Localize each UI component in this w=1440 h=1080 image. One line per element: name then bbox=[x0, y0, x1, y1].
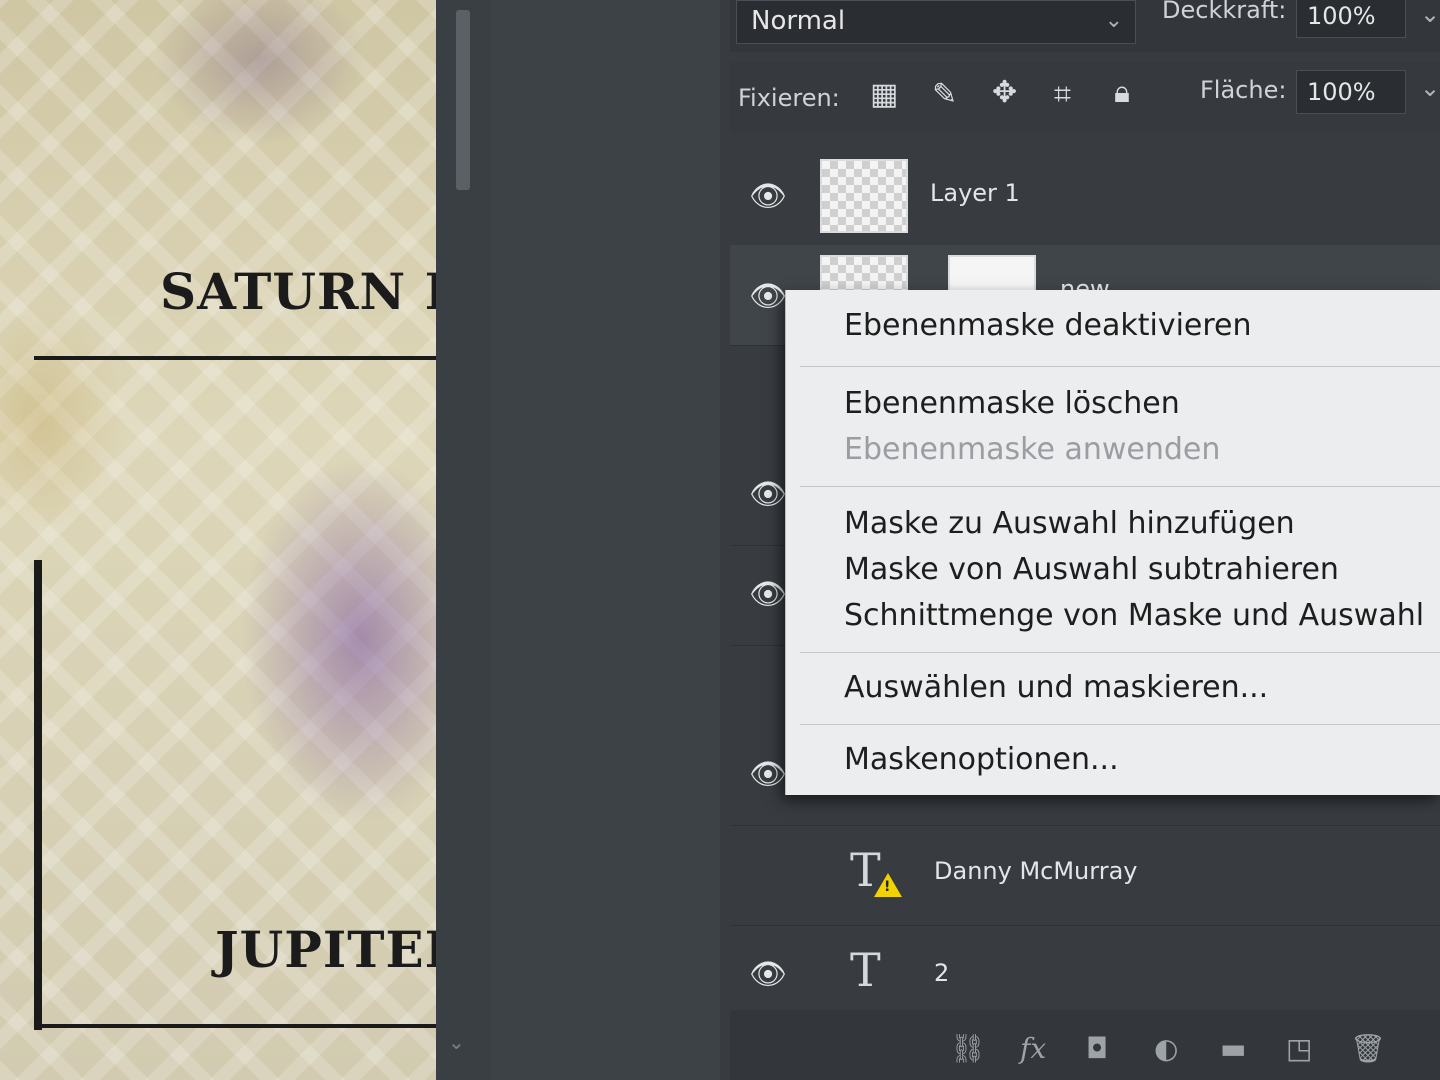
menu-item-subtract-mask-from-selection[interactable]: Maske von Auswahl subtrahieren bbox=[844, 552, 1339, 587]
menu-separator bbox=[800, 486, 1440, 487]
chevron-down-icon[interactable]: ⌄ bbox=[1420, 74, 1440, 102]
menu-item-disable-mask[interactable]: Ebenenmaske deaktivieren bbox=[844, 308, 1252, 343]
eye-icon[interactable]: 👁︎ bbox=[748, 575, 788, 615]
blend-mode-value: Normal bbox=[751, 6, 846, 36]
new-layer-icon[interactable]: ◳ bbox=[1286, 1032, 1312, 1065]
eye-icon[interactable]: 👁︎ bbox=[748, 755, 788, 795]
menu-separator bbox=[800, 652, 1440, 653]
canvas-text-saturn: SATURN I bbox=[160, 262, 450, 321]
eye-icon[interactable]: 👁︎ bbox=[748, 177, 788, 217]
chevron-down-icon: ⌄ bbox=[1104, 8, 1123, 33]
menu-item-mask-options[interactable]: Maskenoptionen... bbox=[844, 742, 1119, 777]
opacity-field[interactable]: 100% bbox=[1296, 0, 1406, 38]
layer-name[interactable]: 2 bbox=[934, 959, 949, 987]
fill-label: Fläche: bbox=[1200, 76, 1287, 104]
canvas-border-line bbox=[34, 560, 42, 1030]
layer-name[interactable]: Layer 1 bbox=[930, 179, 1020, 207]
opacity-label: Deckkraft: bbox=[1162, 0, 1287, 24]
menu-item-intersect-mask-selection[interactable]: Schnittmenge von Maske und Auswahl bbox=[844, 598, 1424, 633]
layer-row-danny-mcmurray[interactable]: T ! Danny McMurray bbox=[730, 825, 1440, 926]
lock-paint-icon[interactable]: ✎ bbox=[932, 80, 957, 110]
mask-icon[interactable]: ◘ bbox=[1086, 1032, 1108, 1065]
trash-icon[interactable]: 🗑︎ bbox=[1350, 1032, 1386, 1065]
eye-icon[interactable]: 👁︎ bbox=[748, 277, 788, 317]
fx-icon[interactable]: fx bbox=[1020, 1032, 1046, 1065]
layer-mask-context-menu: Ebenenmaske deaktivieren Ebenenmaske lös… bbox=[785, 290, 1440, 795]
layer-name[interactable]: Danny McMurray bbox=[934, 857, 1137, 885]
chevron-down-icon[interactable]: ⌄ bbox=[448, 1030, 465, 1054]
lock-transparent-icon[interactable]: ▦ bbox=[870, 80, 898, 110]
warning-mark: ! bbox=[884, 879, 891, 895]
canvas-rule bbox=[34, 356, 454, 360]
lock-all-icon[interactable]: 🔒︎ bbox=[1114, 78, 1130, 108]
eye-icon[interactable]: 👁︎ bbox=[748, 475, 788, 515]
menu-separator bbox=[800, 366, 1440, 367]
fill-field[interactable]: 100% bbox=[1296, 70, 1406, 114]
scrollbar-thumb[interactable] bbox=[456, 10, 470, 190]
lock-artboard-icon[interactable]: ⌗ bbox=[1054, 80, 1071, 110]
chevron-down-icon[interactable]: ⌄ bbox=[1420, 0, 1440, 28]
lock-move-icon[interactable]: ✥ bbox=[992, 78, 1017, 108]
canvas-rule bbox=[34, 1024, 454, 1028]
panel-gutter bbox=[490, 0, 720, 1080]
lock-label: Fixieren: bbox=[738, 84, 840, 112]
eye-icon[interactable]: 👁︎ bbox=[748, 955, 788, 995]
adjustment-icon[interactable]: ◐ bbox=[1154, 1032, 1178, 1065]
lock-fill-row: Fixieren: ▦ ✎ ✥ ⌗ 🔒︎ Fläche: 100% ⌄ bbox=[730, 62, 1440, 132]
menu-item-delete-mask[interactable]: Ebenenmaske löschen bbox=[844, 386, 1180, 421]
document-canvas[interactable]: SATURN I JUPITER bbox=[0, 0, 490, 1080]
menu-item-apply-mask: Ebenenmaske anwenden bbox=[844, 432, 1221, 467]
menu-item-add-mask-to-selection[interactable]: Maske zu Auswahl hinzufügen bbox=[844, 506, 1295, 541]
canvas-text-jupiter: JUPITER bbox=[215, 920, 468, 979]
layer-row-layer-1[interactable]: 👁︎ Layer 1 bbox=[730, 145, 1440, 246]
folder-icon[interactable]: ▬ bbox=[1220, 1032, 1246, 1065]
menu-item-select-and-mask[interactable]: Auswählen und maskieren... bbox=[844, 670, 1268, 705]
blend-mode-select[interactable]: Normal ⌄ bbox=[736, 0, 1136, 44]
menu-separator bbox=[800, 724, 1440, 725]
layer-thumbnail[interactable] bbox=[820, 159, 908, 233]
text-layer-icon: T bbox=[850, 943, 881, 997]
layers-bottom-bar: ⛓︎ fx ◘ ◐ ▬ ◳ 🗑︎ bbox=[730, 1010, 1440, 1080]
canvas-scrollbar[interactable]: ⌄ bbox=[436, 0, 490, 1080]
blend-opacity-row: Normal ⌄ Deckkraft: 100% ⌄ bbox=[730, 0, 1440, 52]
link-icon[interactable]: ⛓︎ bbox=[950, 1032, 986, 1065]
